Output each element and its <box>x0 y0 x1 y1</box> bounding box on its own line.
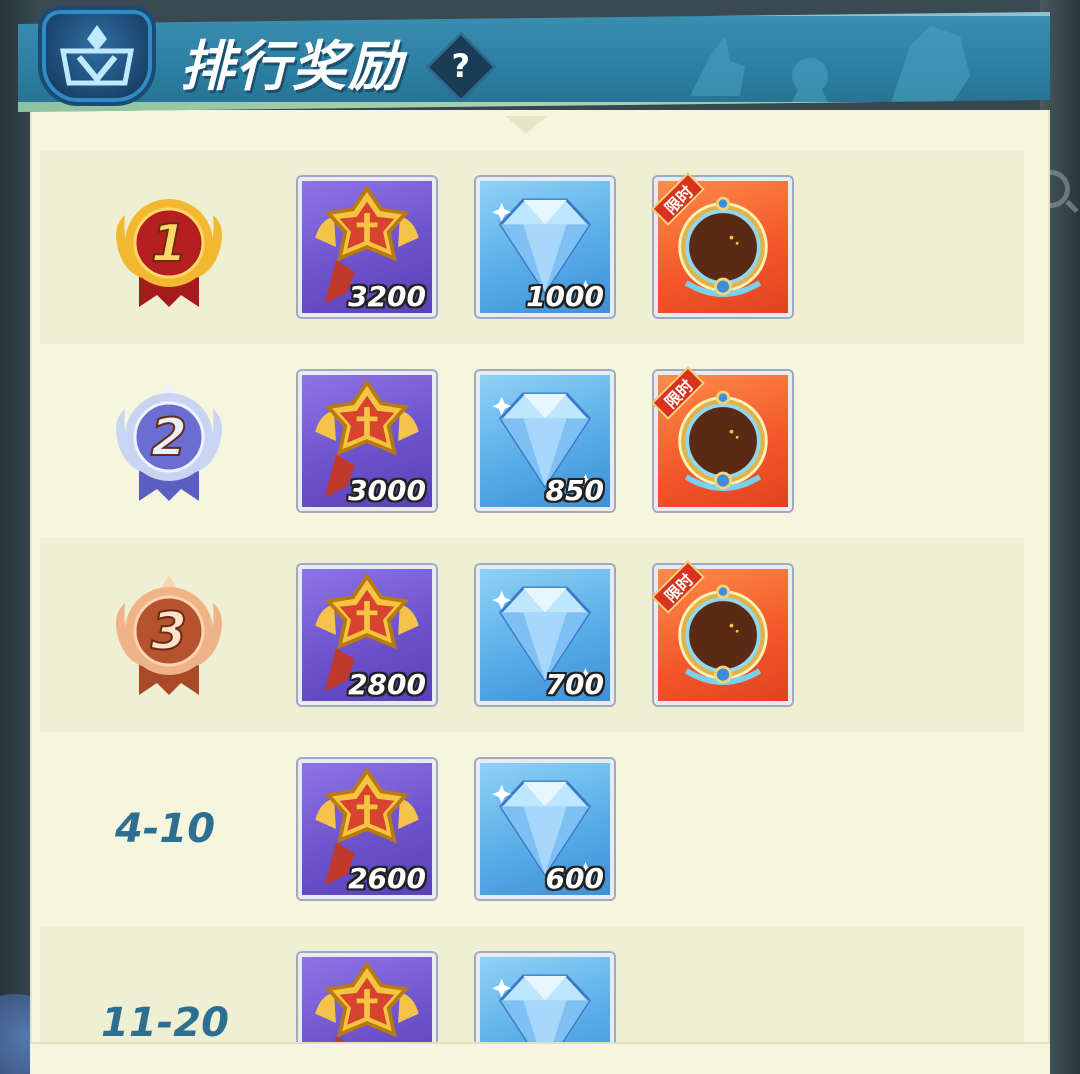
reward-quantity: 850 <box>545 474 604 507</box>
rank-cell: 4-10 <box>40 732 298 926</box>
reward-quantity: 600 <box>545 862 604 895</box>
ranking-emblem-icon <box>38 6 156 106</box>
reward-item-medal-token[interactable]: 2800 <box>298 565 436 705</box>
footer-strip <box>30 1042 1050 1074</box>
reward-row: 3 2800 700 限时 <box>40 538 1024 732</box>
rank-gold-medal-icon: 1 <box>116 199 222 307</box>
reward-items: 2800 700 限时 <box>298 538 832 732</box>
reward-item-diamond[interactable]: 1000 <box>476 177 614 317</box>
header-banner <box>18 12 1050 112</box>
rank-silver-medal-icon: 2 <box>116 381 222 501</box>
rank-cell: 2 <box>40 344 298 538</box>
reward-item-medal-token[interactable]: 2600 <box>298 759 436 899</box>
reward-item-diamond[interactable]: 700 <box>476 565 614 705</box>
reward-item-medal-token[interactable]: 3200 <box>298 177 436 317</box>
reward-item-medal-token[interactable]: 3000 <box>298 371 436 511</box>
reward-quantity: 2800 <box>348 668 426 701</box>
rank-cell: 3 <box>40 538 298 732</box>
rank-number: 1 <box>151 214 187 274</box>
reward-quantity: 1000 <box>526 280 604 313</box>
reward-item-avatar-frame[interactable]: 限时 <box>651 172 792 317</box>
header-silhouettes-icon <box>690 26 970 106</box>
reward-row: 2 3000 850 限时 <box>40 344 1024 538</box>
reward-quantity: 2600 <box>348 862 426 895</box>
rank-number: 3 <box>151 602 187 662</box>
rank-bronze-medal-icon: 3 <box>116 575 222 695</box>
rank-range-label: 11-20 <box>101 1000 229 1046</box>
rank-range-label: 4-10 <box>114 806 216 852</box>
reward-quantity: 700 <box>545 668 604 701</box>
reward-row: 1 3200 1000 限时 <box>40 150 1024 344</box>
reward-items: 3000 850 限时 <box>298 344 832 538</box>
help-icon: ? <box>451 48 471 86</box>
reward-item-diamond[interactable]: 850 <box>476 371 614 511</box>
reward-item-avatar-frame[interactable]: 限时 <box>651 366 792 511</box>
reward-quantity: 3200 <box>348 280 426 313</box>
rank-cell: 1 <box>40 150 298 344</box>
reward-items: 3200 1000 限时 <box>298 150 832 344</box>
reward-item-diamond[interactable]: 600 <box>476 759 614 899</box>
reward-item-avatar-frame[interactable]: 限时 <box>651 560 792 705</box>
reward-quantity: 3000 <box>348 474 426 507</box>
page-title: 排行奖励 <box>180 35 404 98</box>
reward-items: 2600 600 <box>298 732 654 926</box>
rank-number: 2 <box>151 408 187 468</box>
reward-row: 4-10 2600 600 <box>40 732 1024 926</box>
